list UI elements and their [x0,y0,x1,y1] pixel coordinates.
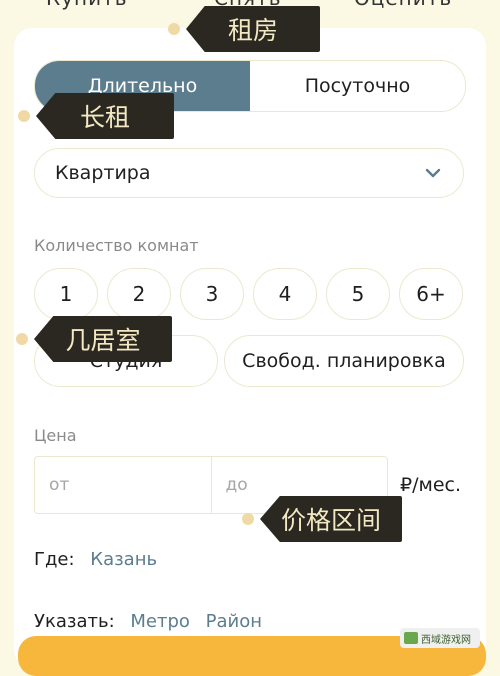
annotation-rent: 租房 [186,6,320,52]
price-from-input[interactable] [47,474,211,496]
room-option-4[interactable]: 4 [253,268,317,320]
annotation-dot [18,110,30,122]
annotation-dot [16,333,28,345]
specify-metro-link[interactable]: Метро [130,611,190,632]
rent-type-daily[interactable]: Посуточно [250,61,465,111]
location-city-link[interactable]: Казань [90,549,157,570]
room-option-free-layout[interactable]: Свобод. планировка [224,335,464,387]
rooms-label: Количество комнат [34,236,199,255]
annotation-rooms: 几居室 [34,316,172,362]
tab-buy[interactable]: Купить [46,0,128,10]
room-option-6plus[interactable]: 6+ [399,268,463,320]
room-option-3[interactable]: 3 [180,268,244,320]
specify-row: Указать: Метро Район [34,611,262,632]
room-option-2[interactable]: 2 [107,268,171,320]
specify-label: Указать: [34,611,115,632]
watermark-text: 西域游戏网 [421,634,471,646]
annotation-price-range: 价格区间 [260,496,402,542]
location-label: Где: [34,549,75,570]
watermark-logo-icon [404,632,418,644]
price-unit: ₽/мес. [400,474,461,496]
site-watermark: 西域游戏网 [400,628,480,648]
chevron-down-icon [425,168,441,178]
property-type-select[interactable]: Квартира [34,148,464,198]
room-option-1[interactable]: 1 [34,268,98,320]
room-option-5[interactable]: 5 [326,268,390,320]
specify-district-link[interactable]: Район [206,611,262,632]
price-label: Цена [34,426,77,445]
annotation-dot [242,513,254,525]
annotation-dot [168,23,180,35]
price-from-field [35,457,211,513]
tab-estimate[interactable]: Оценить [354,0,452,10]
annotation-long-term: 长租 [36,93,174,139]
property-type-value: Квартира [55,162,151,184]
price-to-input[interactable] [223,474,387,496]
location-row: Где: Казань [34,549,157,570]
